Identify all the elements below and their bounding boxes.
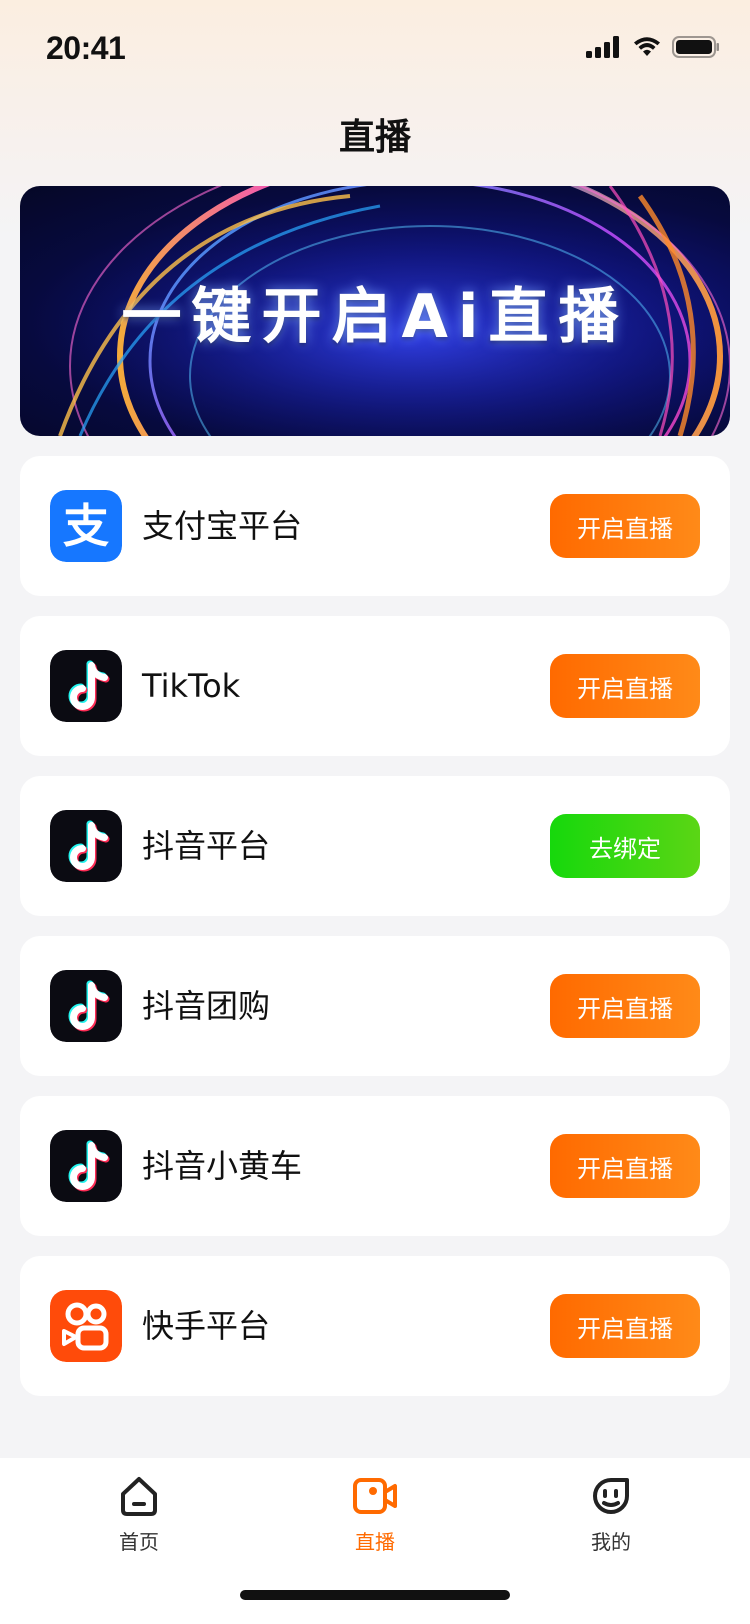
platform-card-douyin-cart: 抖音小黄车 开启直播	[20, 1096, 730, 1236]
home-indicator	[240, 1590, 510, 1600]
tiktok-icon	[50, 650, 122, 722]
douyin-icon	[50, 1130, 122, 1202]
battery-icon	[672, 36, 719, 58]
platform-name: 抖音平台	[142, 827, 271, 865]
start-live-button[interactable]: 开启直播	[550, 494, 700, 558]
platform-card-alipay: 支 支付宝平台 开启直播	[20, 456, 730, 596]
status-time: 20:41	[46, 30, 126, 66]
start-live-button[interactable]: 开启直播	[550, 654, 700, 718]
start-live-button[interactable]: 开启直播	[550, 974, 700, 1038]
douyin-icon	[50, 810, 122, 882]
tab-profile[interactable]: 我的	[551, 1472, 671, 1555]
platform-name: TikTok	[142, 667, 241, 705]
platform-card-tiktok: TikTok 开启直播	[20, 616, 730, 756]
home-icon	[121, 1477, 157, 1516]
alipay-icon: 支	[50, 490, 122, 562]
video-camera-icon	[353, 1478, 397, 1514]
douyin-icon	[50, 970, 122, 1042]
platform-name: 抖音团购	[142, 987, 271, 1025]
start-live-button[interactable]: 开启直播	[550, 1134, 700, 1198]
tab-label: 我的	[591, 1530, 631, 1554]
platform-card-douyin: 抖音平台 去绑定	[20, 776, 730, 916]
svg-text:支: 支	[63, 499, 109, 553]
tab-live[interactable]: 直播	[315, 1472, 435, 1555]
face-icon	[593, 1478, 629, 1514]
banner-title: 一键开启Ai直播	[121, 281, 629, 352]
tab-label: 首页	[119, 1530, 159, 1554]
status-icons	[586, 36, 720, 58]
platform-list: 支 支付宝平台 开启直播 TikTok 开启直播 抖音平台 去绑定 抖音团购 开…	[20, 456, 730, 1416]
kuaishou-icon	[50, 1290, 122, 1362]
start-live-button[interactable]: 开启直播	[550, 1294, 700, 1358]
status-bar: 20:41	[0, 0, 750, 100]
cellular-signal-icon	[586, 36, 619, 58]
platform-card-douyin-group-buy: 抖音团购 开启直播	[20, 936, 730, 1076]
bind-account-button[interactable]: 去绑定	[550, 814, 700, 878]
platform-name: 快手平台	[142, 1307, 271, 1345]
tab-label: 直播	[355, 1530, 395, 1554]
platform-name: 支付宝平台	[142, 507, 303, 545]
page-title: 直播	[338, 117, 411, 158]
tab-home[interactable]: 首页	[79, 1472, 199, 1555]
platform-card-kuaishou: 快手平台 开启直播	[20, 1256, 730, 1396]
wifi-icon	[634, 37, 660, 56]
platform-name: 抖音小黄车	[142, 1147, 303, 1185]
ai-live-banner[interactable]: 一键开启Ai直播	[20, 186, 730, 436]
